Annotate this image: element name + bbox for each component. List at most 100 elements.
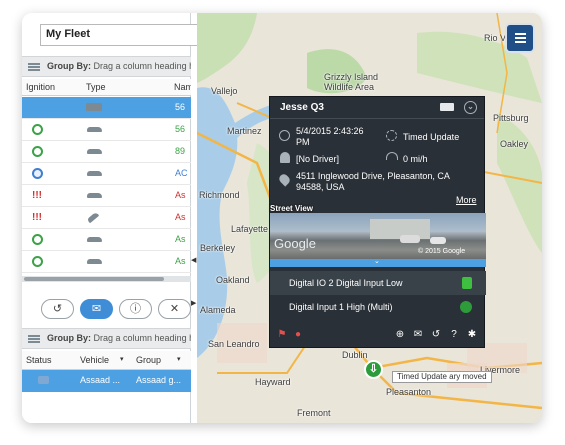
left-panel: My Fleet Group By: Drag a column heading… <box>22 13 200 423</box>
google-logo: Google <box>274 236 316 251</box>
vehicle-row[interactable]: 89 <box>22 141 191 163</box>
speedometer-icon <box>386 152 398 160</box>
scrollbar-thumb[interactable] <box>24 277 164 281</box>
help-icon[interactable]: ? <box>448 329 460 341</box>
map-label-pittsburg: Pittsburg <box>493 113 529 123</box>
map-label-pleasanton: Pleasanton <box>386 387 432 397</box>
sort-icon[interactable]: ▾ <box>177 355 181 363</box>
sort-icon[interactable]: ▾ <box>120 355 124 363</box>
street-view-image[interactable]: Street View Google © 2015 Google <box>270 204 486 259</box>
popup-title: Jesse Q3 <box>280 102 324 113</box>
group-by-hint: Drag a column heading h <box>93 61 191 71</box>
vehicle-row[interactable]: As <box>22 251 191 273</box>
status-table-row[interactable]: Assaad ... Assaad g... <box>22 370 191 392</box>
vehicle-name: 56 <box>175 102 186 112</box>
popup-event: Timed Update <box>403 132 460 142</box>
io-row: Digital IO 2 Digital Input Low <box>270 271 486 295</box>
group-by-bar: Group By: Drag a column heading h <box>22 56 191 77</box>
locate-icon[interactable]: ⊕ <box>394 329 406 341</box>
col-name[interactable]: Nam <box>174 82 191 92</box>
row-vehicle: Assaad ... <box>80 375 121 385</box>
history-button[interactable]: ↺ <box>41 299 74 319</box>
vehicle-name: As <box>175 212 186 222</box>
fleet-select[interactable]: My Fleet <box>40 24 200 46</box>
vehicle-row[interactable]: 56 <box>22 119 191 141</box>
chevron-down-icon: ⌄ <box>374 258 380 265</box>
car-shape <box>87 237 102 242</box>
col-status[interactable]: Status <box>26 355 52 365</box>
message-button[interactable]: ✉ <box>80 299 113 319</box>
group-by-label: Group By: <box>47 61 91 71</box>
vehicle-name: As <box>175 256 186 266</box>
map-label-berkeley: Berkeley <box>200 243 236 253</box>
street-view-car <box>430 237 446 244</box>
map-label-grizzly: Grizzly Island <box>324 72 379 82</box>
tow-shape <box>86 211 100 224</box>
message-icon[interactable]: ✉ <box>412 329 424 341</box>
map-label-lafayette: Lafayette <box>231 224 269 234</box>
history-icon[interactable]: ↺ <box>430 329 442 341</box>
vehicle-marker-pin[interactable]: ⇩ <box>364 360 383 379</box>
vehicle-row[interactable]: As <box>22 229 191 251</box>
car-icon <box>86 167 104 179</box>
marker-callout[interactable]: Timed Update ary moved <box>392 371 492 383</box>
map-menu-button[interactable] <box>505 23 535 53</box>
status-icon <box>38 376 49 384</box>
map-label-alameda: Alameda <box>200 305 236 315</box>
car-shape <box>87 149 102 154</box>
collapse-popup-icon[interactable]: ⌄ <box>464 101 477 114</box>
alarm-icon[interactable]: ● <box>292 329 304 341</box>
vehicle-row[interactable]: !!! As <box>22 185 191 207</box>
status-table-header: Status Vehicle ▾ Group ▾ <box>22 351 191 370</box>
map-label-martinez: Martinez <box>227 126 262 136</box>
gear-icon[interactable]: ✱ <box>466 329 478 341</box>
row-group: Assaad g... <box>136 375 182 385</box>
more-link[interactable]: More <box>456 195 477 205</box>
alarm-off-icon[interactable]: ⚑ <box>276 329 288 341</box>
group-by-label-bottom: Group By: <box>47 333 91 343</box>
alert-icon: ⓘ <box>130 303 141 315</box>
truck-icon <box>86 101 104 113</box>
ignition-on-icon <box>32 234 43 248</box>
vehicle-name: 56 <box>175 124 186 134</box>
history-icon: ↺ <box>52 303 63 315</box>
driver-icon <box>280 152 290 163</box>
hamburger-icon <box>515 33 526 35</box>
truck-shape <box>86 103 102 111</box>
alert-button[interactable]: ⓘ <box>119 299 152 319</box>
popup-address: 4511 Inglewood Drive, Pleasanton, CA 945… <box>296 171 450 192</box>
popup-speed: 0 mi/h <box>403 154 428 164</box>
map-view[interactable]: Grizzly Island Wildlife Area Rio Vista V… <box>197 13 542 423</box>
ignition-on-icon <box>32 124 43 138</box>
map-label-dublin: Dublin <box>342 350 368 360</box>
vehicle-name: 89 <box>175 146 186 156</box>
map-label-oakley: Oakley <box>500 139 529 149</box>
col-ignition[interactable]: Ignition <box>26 82 55 92</box>
ignition-off-icon <box>32 168 43 182</box>
horizontal-scrollbar[interactable] <box>22 276 191 282</box>
vehicle-row[interactable]: 56 <box>22 97 191 119</box>
truck-icon <box>440 103 454 111</box>
location-pin-icon <box>277 172 292 187</box>
vehicle-row[interactable]: AC <box>22 163 191 185</box>
col-group[interactable]: Group <box>136 355 161 365</box>
car-icon <box>86 189 104 201</box>
col-type[interactable]: Type <box>86 82 106 92</box>
io-label: Digital Input 1 High (Multi) <box>289 302 393 312</box>
street-view-expand-bar[interactable]: ⌄ <box>270 258 486 267</box>
car-shape <box>87 193 102 198</box>
tools-button[interactable]: ✕ <box>158 299 191 319</box>
group-by-bar-bottom: Group By: Drag a column heading h <box>22 328 191 349</box>
car-shape <box>87 127 102 132</box>
col-vehicle[interactable]: Vehicle <box>80 355 109 365</box>
hamburger-line <box>515 37 526 39</box>
group-by-hint-bottom: Drag a column heading h <box>93 333 191 343</box>
menu-icon[interactable] <box>28 63 40 71</box>
map-label-vallejo: Vallejo <box>211 86 238 96</box>
car-icon <box>86 255 104 267</box>
vehicle-row[interactable]: !!! As <box>22 207 191 229</box>
menu-icon-bottom[interactable] <box>28 335 40 343</box>
car-icon <box>86 123 104 135</box>
ignition-alert-icon: !!! <box>32 212 42 223</box>
popup-header: Jesse Q3 ⌄ <box>270 97 484 119</box>
